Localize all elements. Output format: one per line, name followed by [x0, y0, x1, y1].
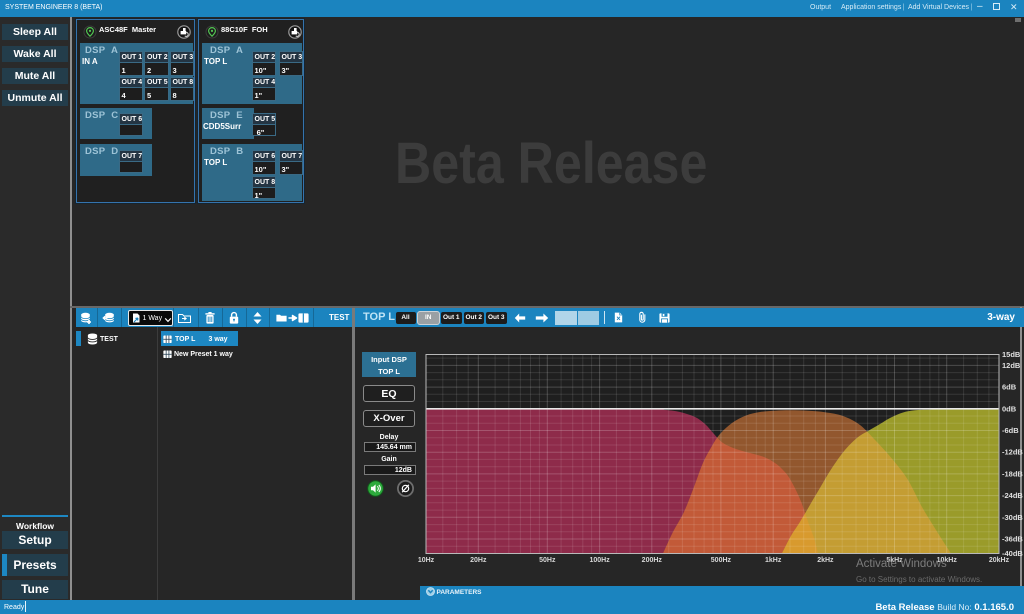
svg-text:1kHz: 1kHz: [765, 557, 782, 564]
svg-text:500Hz: 500Hz: [711, 557, 732, 564]
svg-text:20Hz: 20Hz: [470, 557, 487, 564]
svg-text:2kHz: 2kHz: [817, 557, 834, 564]
svg-text:-12dB: -12dB: [1002, 448, 1023, 457]
svg-text:20kHz: 20kHz: [989, 557, 1010, 564]
svg-text:-18dB: -18dB: [1002, 469, 1023, 478]
svg-text:6dB: 6dB: [1002, 383, 1017, 392]
svg-text:12dB: 12dB: [1002, 361, 1021, 370]
svg-text:10Hz: 10Hz: [418, 557, 435, 564]
svg-text:0dB: 0dB: [1002, 404, 1017, 413]
svg-text:-24dB: -24dB: [1002, 491, 1023, 500]
svg-text:-36dB: -36dB: [1002, 535, 1023, 544]
svg-text:15dB: 15dB: [1002, 350, 1021, 359]
svg-text:100Hz: 100Hz: [589, 557, 610, 564]
svg-text:200Hz: 200Hz: [642, 557, 663, 564]
svg-text:50Hz: 50Hz: [539, 557, 556, 564]
svg-text:-30dB: -30dB: [1002, 513, 1023, 522]
svg-text:-6dB: -6dB: [1002, 426, 1019, 435]
